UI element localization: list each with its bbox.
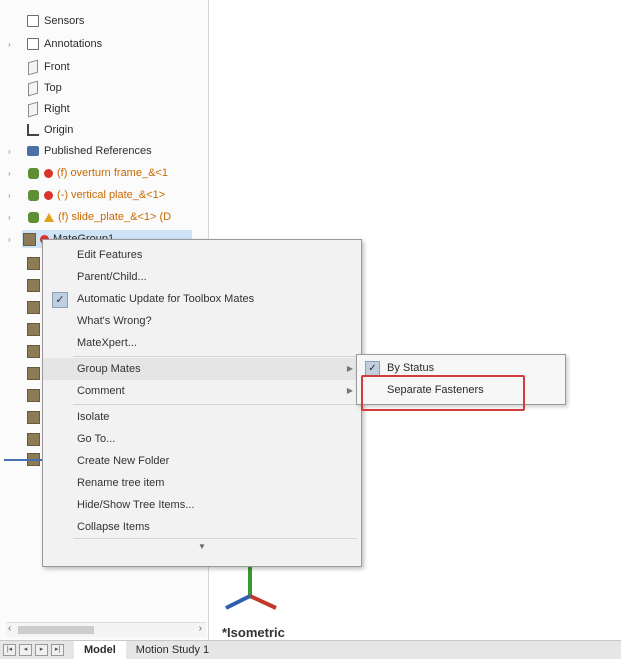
tree-item-top-plane[interactable]: Top [26,79,62,97]
tree-item-label: Top [44,82,62,94]
tab-model[interactable]: Model [74,641,126,659]
menu-separator [73,538,357,539]
menu-item-rename-tree-item[interactable]: Rename tree item [43,472,361,494]
scroll-right-icon[interactable]: › [199,623,202,634]
tree-item-vertical-plate[interactable]: › (-) vertical plate_&<1> [8,186,166,204]
plane-icon [26,59,40,75]
scrollbar-thumb[interactable] [18,626,94,634]
menu-item-go-to[interactable]: Go To... [43,428,361,450]
origin-icon [26,124,40,137]
horizontal-scrollbar[interactable]: ‹ › [6,622,206,637]
menu-item-create-new-folder[interactable]: Create New Folder [43,450,361,472]
next-tab-icon[interactable]: ▸ [35,644,48,656]
tree-item-label: (f) slide_plate_&<1> (D [58,211,172,223]
published-references-icon [26,145,40,158]
menu-item-parent-child[interactable]: Parent/Child... [43,266,361,288]
context-menu: Edit Features Parent/Child... ✓ Automati… [42,239,362,567]
tree-item-label: Origin [44,124,74,136]
expand-arrow-icon[interactable]: › [8,191,16,200]
submenu-arrow-icon: ▶ [346,386,353,395]
tree-item-front-plane[interactable]: Front [26,58,70,76]
error-icon [44,190,53,200]
first-tab-icon[interactable]: |◂ [3,644,16,656]
mate-icon [26,278,40,292]
tree-item-overturn-frame[interactable]: › (f) overturn frame_&<1 [8,164,168,182]
tree-item-label: (f) overturn frame_&<1 [57,167,168,179]
plane-icon [26,101,40,117]
tree-item-published-references[interactable]: › Published References [8,142,152,160]
part-icon [26,211,40,224]
mate-icon [26,366,40,380]
tree-item-label: Published References [44,145,152,157]
menu-item-whats-wrong[interactable]: What's Wrong? [43,310,361,332]
part-icon [26,167,40,180]
view-orientation-label: *Isometric [222,625,285,640]
error-icon [44,168,53,178]
expand-arrow-icon[interactable]: › [8,213,16,222]
expand-arrow-icon[interactable]: › [8,40,16,49]
sensor-icon [26,15,40,28]
menu-item-collapse-items[interactable]: Collapse Items [43,516,361,538]
tree-item-sensors[interactable]: Sensors [26,12,84,30]
menu-item-hide-show-tree-items[interactable]: Hide/Show Tree Items... [43,494,361,516]
warning-icon [44,212,54,222]
mate-icon [26,410,40,424]
menu-separator [73,356,357,357]
prev-tab-icon[interactable]: ◂ [19,644,32,656]
submenu-arrow-icon: ▶ [346,364,353,373]
tree-item-slide-plate[interactable]: › (f) slide_plate_&<1> (D [8,208,172,226]
mategroup-icon [22,232,36,246]
menu-item-group-mates[interactable]: Group Mates ▶ [43,358,361,380]
scroll-left-icon[interactable]: ‹ [8,623,11,634]
mate-icon [26,322,40,336]
tree-item-right-plane[interactable]: Right [26,100,70,118]
tree-item-origin[interactable]: Origin [26,121,73,139]
checkmark-icon: ✓ [52,292,68,308]
menu-item-isolate[interactable]: Isolate [43,406,361,428]
expand-arrow-icon[interactable]: › [8,147,16,156]
annotations-icon [26,38,40,51]
mate-icon [26,256,40,270]
menu-separator [73,404,357,405]
part-icon [26,189,40,202]
mate-icon [26,344,40,358]
mate-icon [26,300,40,314]
expand-menu-chevron-icon[interactable]: ▼ [198,542,206,551]
tree-item-annotations[interactable]: › Annotations [8,35,103,53]
expand-arrow-icon[interactable]: › [8,235,16,244]
expand-arrow-icon[interactable]: › [8,169,16,178]
menu-item-edit-features[interactable]: Edit Features [43,244,361,266]
tree-item-label: Annotations [44,38,103,50]
checkmark-icon: ✓ [365,361,380,376]
highlight-callout-box [361,375,525,411]
tab-motion-study-1[interactable]: Motion Study 1 [126,641,219,659]
tree-item-label: Sensors [44,15,85,27]
tree-item-label: Front [44,61,70,73]
menu-item-matexpert[interactable]: MateXpert... [43,332,361,354]
mate-icon [26,432,40,446]
tree-item-label: Right [44,103,70,115]
last-tab-icon[interactable]: ▸| [51,644,64,656]
plane-icon [26,80,40,96]
menu-item-automatic-update-toolbox-mates[interactable]: ✓ Automatic Update for Toolbox Mates [43,288,361,310]
tree-item-label: (-) vertical plate_&<1> [57,189,166,201]
mate-icon [26,388,40,402]
menu-item-comment[interactable]: Comment ▶ [43,380,361,402]
bottom-tab-bar: |◂ ◂ ▸ ▸| Model Motion Study 1 [0,640,621,659]
